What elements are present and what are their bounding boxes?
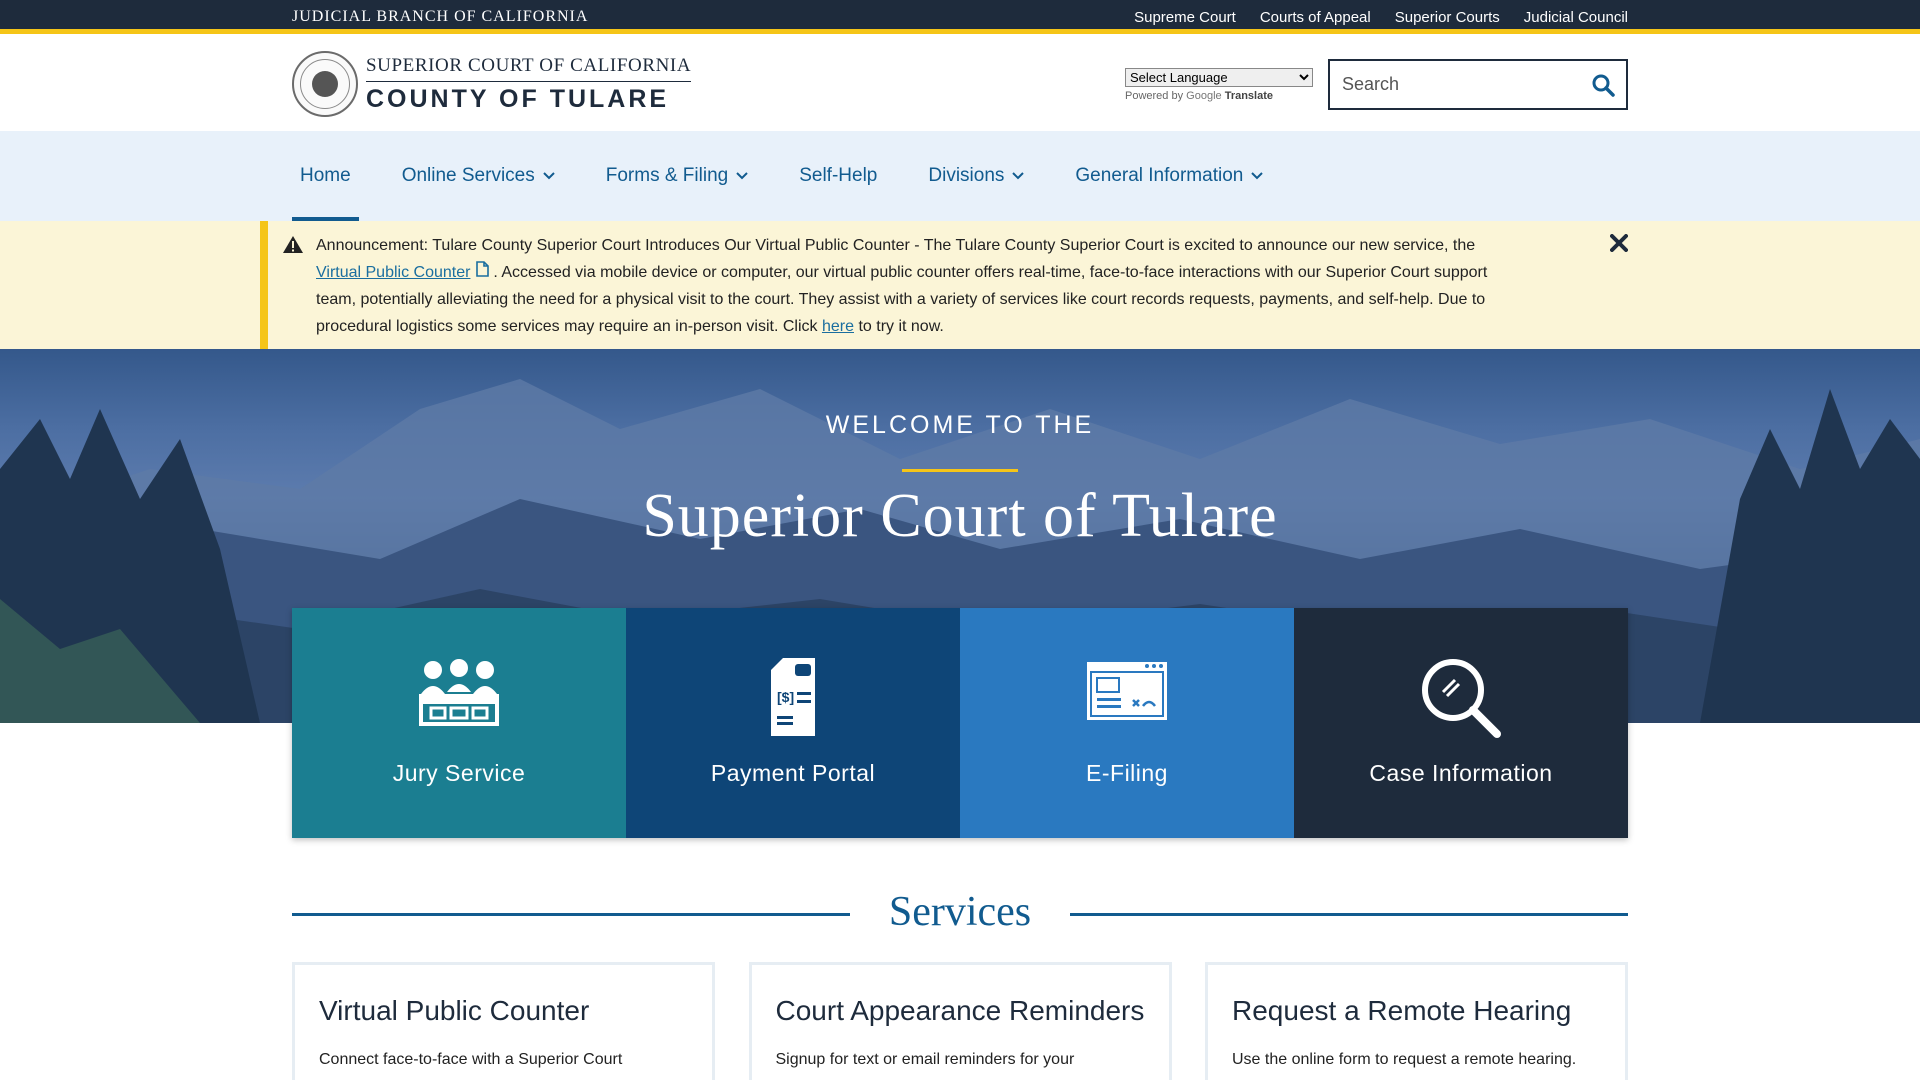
judicial-branch-bar: JUDICIAL BRANCH OF CALIFORNIA Supreme Co… — [0, 0, 1920, 34]
nav-home[interactable]: Home — [292, 131, 359, 221]
jury-service-tile[interactable]: Jury Service — [292, 608, 626, 838]
announcement-accent-bar — [260, 221, 268, 349]
search-button[interactable] — [1580, 61, 1626, 108]
jury-icon — [419, 659, 499, 726]
svg-text:[$]: [$] — [777, 689, 794, 705]
court-seal-icon — [292, 51, 358, 117]
close-icon — [1610, 234, 1628, 252]
quick-links-tiles: Jury Service [$] Payment Portal E-Filing… — [292, 608, 1628, 838]
hero-welcome-text: WELCOME TO THE — [825, 411, 1095, 439]
court-appearance-reminders-card[interactable]: Court Appearance Reminders Signup for te… — [748, 962, 1172, 1080]
courts-of-appeal-link[interactable]: Courts of Appeal — [1260, 9, 1371, 26]
nav-self-help[interactable]: Self-Help — [791, 131, 885, 221]
search-box — [1328, 59, 1628, 110]
google-translate-widget: Select Language Powered by Google Transl… — [1125, 68, 1313, 102]
card-description: Connect face-to-face with a Superior Cou… — [319, 1051, 623, 1068]
case-information-label: Case Information — [1369, 760, 1553, 786]
chevron-down-icon — [1012, 172, 1025, 180]
nav-general-information[interactable]: General Information — [1067, 131, 1271, 221]
chevron-down-icon — [736, 172, 748, 180]
main-nav: Home Online Services Forms & Filing Self… — [0, 131, 1920, 221]
announcement-banner: Announcement: Tulare County Superior Cou… — [0, 221, 1920, 349]
services-heading-row: Services — [292, 888, 1628, 938]
judicial-council-link[interactable]: Judicial Council — [1524, 9, 1628, 26]
search-input[interactable] — [1330, 61, 1580, 108]
service-cards: Virtual Public Counter Connect face-to-f… — [292, 962, 1628, 1080]
jury-service-label: Jury Service — [392, 760, 526, 786]
services-divider-left — [292, 913, 850, 916]
google-logo-text: Google — [1186, 90, 1222, 102]
card-title: Court Appearance Reminders — [775, 995, 1145, 1026]
judicial-branch-brand[interactable]: JUDICIAL BRANCH OF CALIFORNIA — [292, 8, 588, 26]
virtual-public-counter-card[interactable]: Virtual Public Counter Connect face-to-f… — [292, 962, 715, 1080]
language-select[interactable]: Select Language — [1125, 68, 1313, 87]
request-remote-hearing-card[interactable]: Request a Remote Hearing Use the online … — [1205, 962, 1628, 1080]
nav-forms-filing[interactable]: Forms & Filing — [598, 131, 756, 221]
magnifier-icon — [1422, 659, 1501, 738]
logo-line-court: SUPERIOR COURT OF CALIFORNIA — [366, 55, 692, 82]
site-header: SUPERIOR COURT OF CALIFORNIA COUNTY OF T… — [0, 39, 1920, 131]
payment-portal-label: Payment Portal — [710, 760, 876, 786]
external-document-icon — [475, 261, 489, 281]
hero-title: Superior Court of Tulare — [642, 482, 1278, 550]
close-announcement-button[interactable] — [1610, 234, 1628, 257]
e-filing-tile[interactable]: E-Filing — [960, 608, 1294, 838]
court-logo[interactable]: SUPERIOR COURT OF CALIFORNIA COUNTY OF T… — [292, 51, 692, 117]
payment-portal-tile[interactable]: [$] Payment Portal — [626, 608, 960, 838]
chevron-down-icon — [543, 172, 555, 180]
search-icon — [1592, 74, 1615, 97]
case-information-tile[interactable]: Case Information — [1294, 608, 1628, 838]
card-description: Use the online form to request a remote … — [1232, 1051, 1577, 1068]
nav-divisions[interactable]: Divisions — [920, 131, 1032, 221]
services-divider-right — [1070, 913, 1628, 916]
card-title: Virtual Public Counter — [319, 995, 590, 1026]
translate-link[interactable]: Translate — [1225, 90, 1273, 102]
e-filing-window-icon — [1087, 662, 1167, 720]
announcement-text: Announcement: Tulare County Superior Cou… — [316, 237, 1488, 335]
logo-line-county: COUNTY OF TULARE — [366, 84, 670, 113]
warning-icon — [282, 235, 304, 259]
virtual-public-counter-link[interactable]: Virtual Public Counter — [316, 264, 470, 281]
nav-online-services[interactable]: Online Services — [394, 131, 563, 221]
chevron-down-icon — [1251, 172, 1264, 180]
superior-courts-link[interactable]: Superior Courts — [1395, 9, 1500, 26]
powered-by-google: Powered by Google Translate — [1125, 90, 1274, 102]
services-heading: Services — [888, 889, 1032, 935]
top-links: Supreme Court Courts of Appeal Superior … — [1134, 9, 1628, 26]
payment-document-icon: [$] — [771, 658, 815, 736]
try-it-here-link[interactable]: here — [822, 318, 854, 335]
card-title: Request a Remote Hearing — [1232, 995, 1572, 1026]
card-description: Signup for text or email reminders for y… — [775, 1051, 1075, 1068]
e-filing-label: E-Filing — [1086, 760, 1168, 786]
supreme-court-link[interactable]: Supreme Court — [1134, 9, 1236, 26]
hero-divider — [902, 469, 1018, 472]
